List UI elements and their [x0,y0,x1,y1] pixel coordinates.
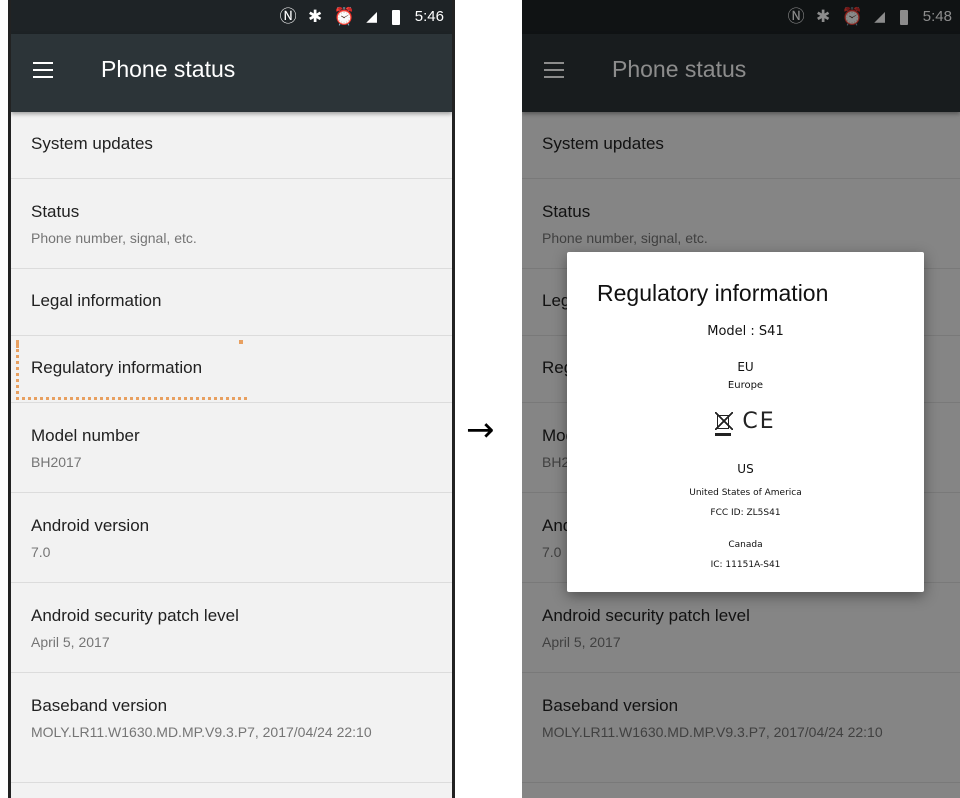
list-item-security-patch[interactable]: Android security patch level April 5, 20… [11,583,452,673]
model-label: Model : S41 [707,324,784,339]
bluetooth-icon: ✱ [307,7,326,27]
list-item-status[interactable]: Status Phone number, signal, etc. [11,179,452,269]
item-subtitle: 7.0 [31,544,51,560]
item-title: Baseband version [31,696,168,715]
eu-heading: EU [737,360,754,374]
status-icons: Ⓝ ✱ ⏰ ◢ 5:46 [280,8,444,26]
list-item-regulatory-information[interactable]: Regulatory information [11,336,452,403]
certification-marks: CE [567,409,924,436]
eu-name: Europe [727,380,764,391]
item-title: Android version [31,516,150,535]
list-item-legal-information[interactable]: Legal information [11,269,452,336]
ic-id: IC: 11151A-S41 [710,560,781,570]
canada-heading: Canada [728,540,763,550]
transition-arrow: → [466,410,495,450]
us-heading: US [737,462,754,476]
nfc-icon: Ⓝ [279,7,300,27]
item-subtitle: Phone number, signal, etc. [31,230,197,246]
highlight-box-top [16,340,19,348]
item-title: Legal information [31,291,162,310]
status-bar: Ⓝ ✱ ⏰ ◢ 5:46 [11,0,452,34]
highlight-box-corner [239,340,243,344]
fcc-id: FCC ID: ZL5S41 [710,508,781,518]
settings-list: System updates Status Phone number, sign… [11,112,452,783]
dialog-title: Regulatory information [597,280,829,306]
battery-icon [392,9,401,25]
clock: 5:46 [414,8,444,25]
item-subtitle: MOLY.LR11.W1630.MD.MP.V9.3.P7, 2017/04/2… [31,724,372,740]
list-item-model-number[interactable]: Model number BH2017 [11,403,452,493]
app-toolbar: Phone status [11,34,452,112]
item-subtitle: April 5, 2017 [31,634,110,650]
highlight-box [16,342,247,400]
menu-icon[interactable] [33,62,53,78]
list-item-android-version[interactable]: Android version 7.0 [11,493,452,583]
item-title: Android security patch level [31,606,239,625]
signal-icon: ◢ [366,9,380,25]
item-title: Model number [31,426,140,445]
item-subtitle: BH2017 [31,454,82,470]
phone-screen-before: Ⓝ ✱ ⏰ ◢ 5:46 Phone status System updates… [8,0,455,798]
alarm-icon: ⏰ [333,7,358,27]
ce-mark: CE [742,409,776,434]
regulatory-dialog: Regulatory information Model : S41 EU Eu… [567,252,924,592]
list-item-system-updates[interactable]: System updates [11,112,452,179]
list-item-baseband-version[interactable]: Baseband version MOLY.LR11.W1630.MD.MP.V… [11,673,452,783]
us-name: United States of America [689,488,802,498]
weee-bin-icon [715,412,734,436]
item-title: System updates [31,134,153,153]
phone-screen-after: Ⓝ ✱ ⏰ ◢ 5:48 Phone status System updates… [522,0,960,798]
item-title: Status [31,202,80,221]
page-title: Phone status [101,56,236,82]
